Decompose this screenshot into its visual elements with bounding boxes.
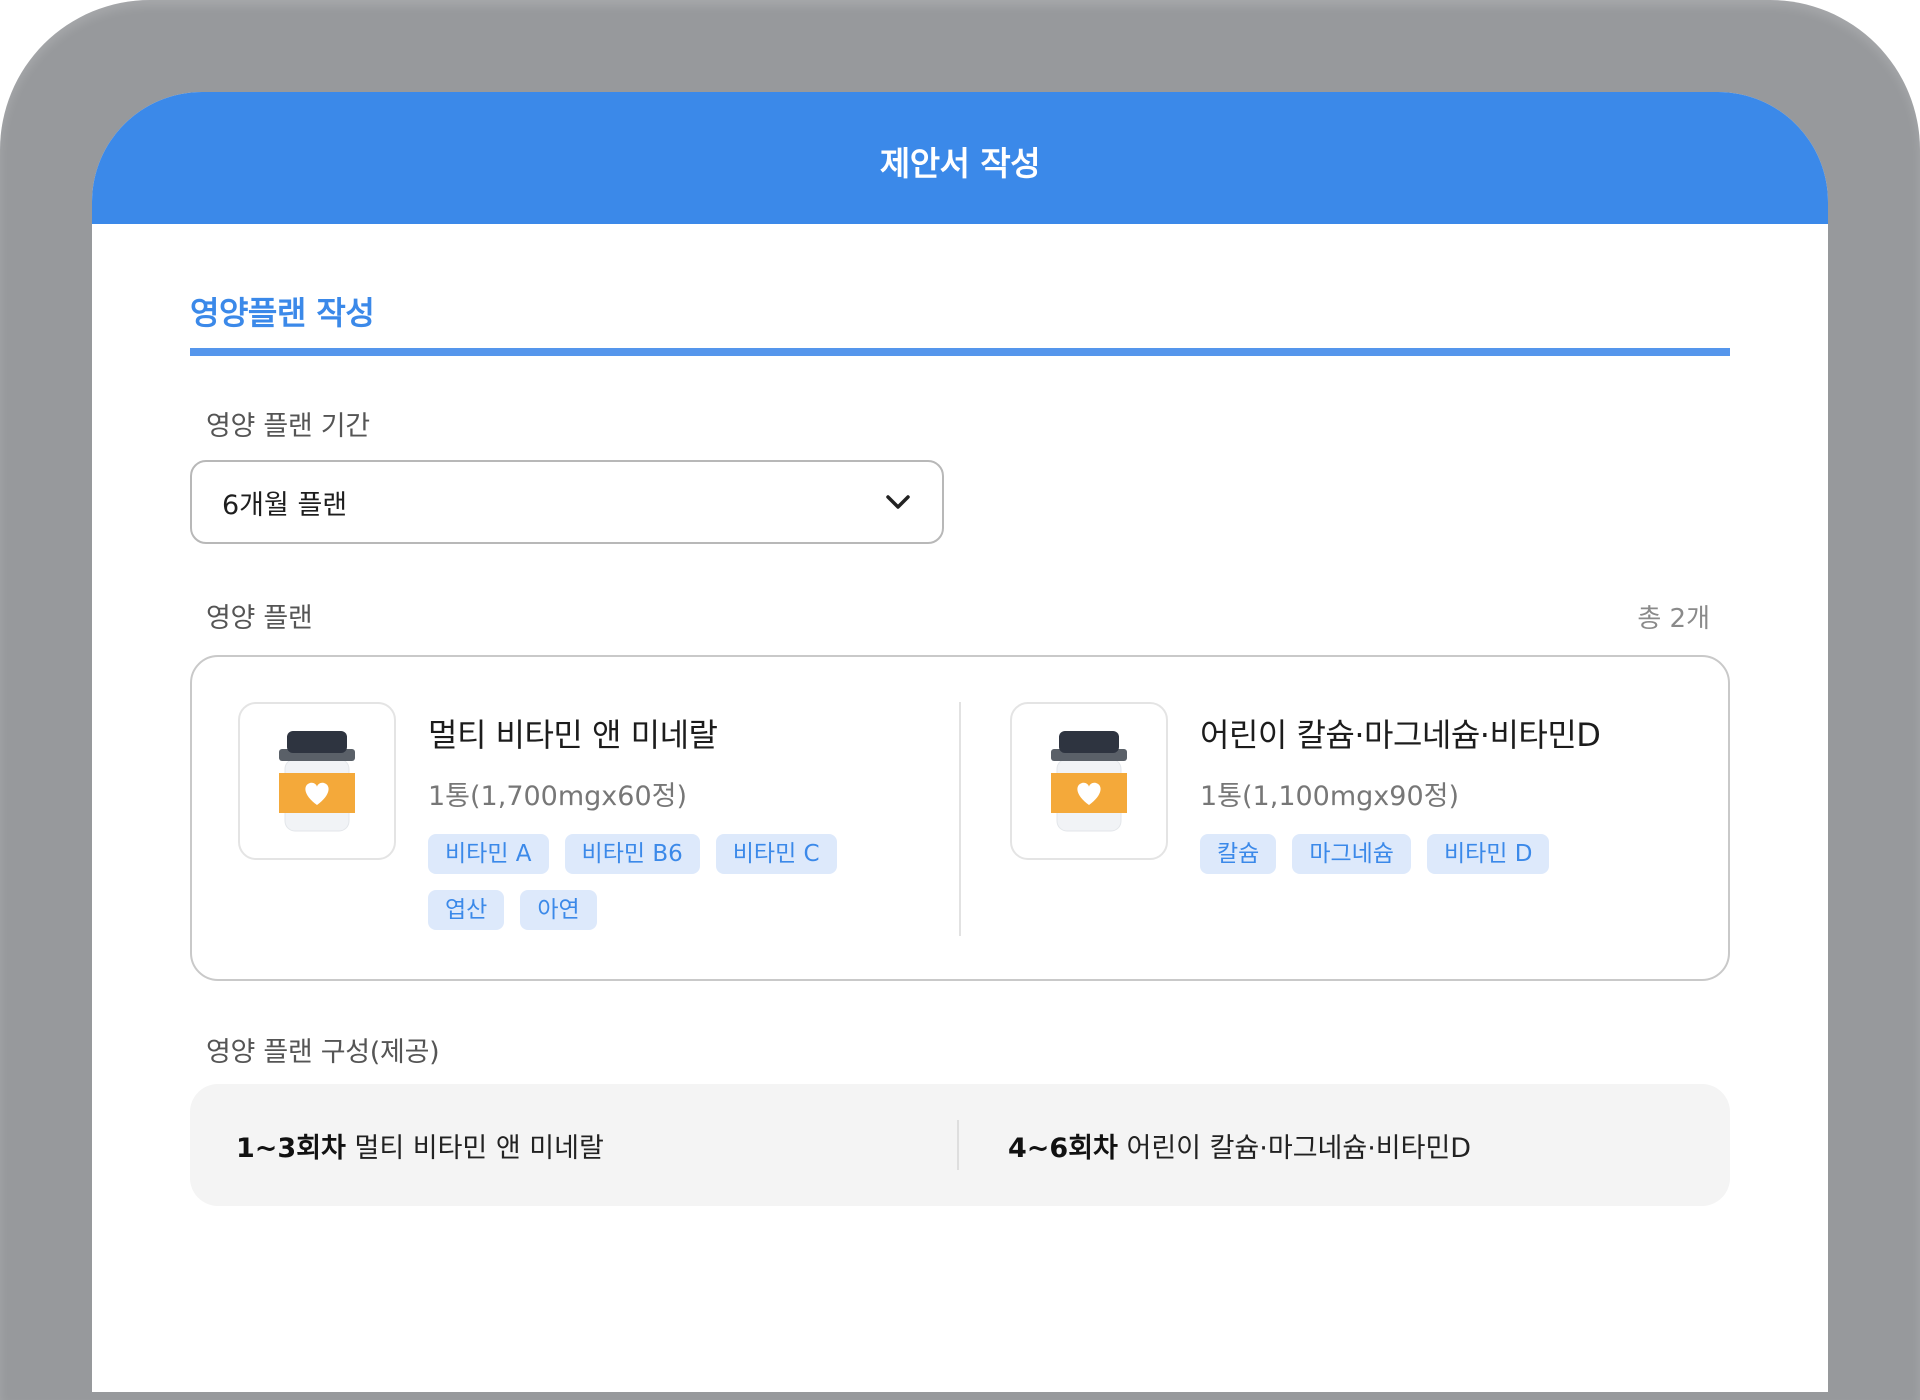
period-select-value: 6개월 플랜 [222, 489, 348, 521]
composition-product: 어린이 칼슘·마그네슘·비타민D [1126, 1133, 1472, 1164]
nutrient-tag: 비타민 D [1426, 834, 1550, 874]
composition-product: 멀티 비타민 앤 미네랄 [354, 1133, 604, 1164]
nutrient-tag: 비타민 B6 [564, 834, 700, 874]
composition-label: 영양 플랜 구성(제공) [206, 1037, 440, 1068]
period-label: 영양 플랜 기간 [206, 411, 370, 442]
composition-divider [957, 1120, 959, 1170]
product-name: 어린이 칼슘·마그네슘·비타민D [1200, 716, 1601, 754]
product-thumbnail [1010, 702, 1168, 860]
composition-round: 4~6회차 [1008, 1133, 1118, 1164]
nutrient-tag: 비타민 A [428, 834, 549, 874]
section-title: 영양플랜 작성 [190, 294, 375, 332]
nutrient-tag: 비타민 C [715, 834, 837, 874]
composition-item: 1~3회차 멀티 비타민 앤 미네랄 [236, 1126, 604, 1165]
supplement-bottle-icon [1051, 731, 1127, 832]
app-header: 제안서 작성 [92, 92, 1828, 224]
screen: 제안서 작성 영양플랜 작성 영양 플랜 기간 6개월 플랜 영양 플랜 총 2… [92, 92, 1828, 1392]
product-divider [959, 702, 961, 936]
product-quantity: 1통(1,700mgx60정) [428, 781, 687, 812]
device-frame: 제안서 작성 영양플랜 작성 영양 플랜 기간 6개월 플랜 영양 플랜 총 2… [0, 0, 1920, 1400]
product-name: 멀티 비타민 앤 미네랄 [428, 716, 718, 754]
nutrient-tag: 마그네슘 [1292, 834, 1411, 874]
composition-item: 4~6회차 어린이 칼슘·마그네슘·비타민D [1008, 1126, 1471, 1165]
product-quantity: 1통(1,100mgx90정) [1200, 781, 1459, 812]
nutrient-tag: 칼슘 [1200, 834, 1277, 874]
plan-label: 영양 플랜 [206, 603, 313, 634]
composition-round: 1~3회차 [236, 1133, 346, 1164]
chevron-down-icon [886, 495, 910, 509]
period-select[interactable]: 6개월 플랜 [190, 460, 944, 544]
nutrient-tags: 칼슘 마그네슘 비타민 D [1200, 834, 1620, 874]
product-thumbnail [238, 702, 396, 860]
nutrient-tag: 엽산 [428, 890, 505, 930]
plan-count: 총 2개 [1637, 604, 1710, 634]
page-title: 제안서 작성 [879, 144, 1041, 183]
section-underline [190, 348, 1730, 356]
plan-card: 멀티 비타민 앤 미네랄 1통(1,700mgx60정) 비타민 A 비타민 B… [190, 655, 1730, 981]
nutrient-tags: 비타민 A 비타민 B6 비타민 C 엽산 아연 [428, 834, 848, 930]
composition-box: 1~3회차 멀티 비타민 앤 미네랄 4~6회차 어린이 칼슘·마그네슘·비타민… [190, 1084, 1730, 1206]
supplement-bottle-icon [279, 731, 355, 832]
nutrient-tag: 아연 [520, 890, 597, 930]
